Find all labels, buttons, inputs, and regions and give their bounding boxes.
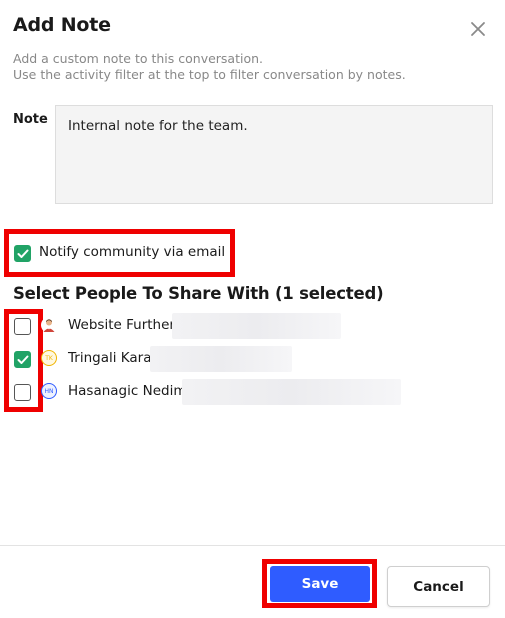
close-icon[interactable] (469, 20, 489, 40)
redacted-info (172, 313, 341, 339)
person-checkbox-website-further[interactable] (14, 318, 31, 335)
share-section-title: Select People To Share With (1 selected) (13, 284, 384, 303)
notify-checkbox[interactable] (14, 245, 31, 262)
note-textarea[interactable]: Internal note for the team. (55, 105, 493, 204)
person-checkbox-tringali-kara[interactable] (14, 351, 31, 368)
description-line-1: Add a custom note to this conversation. (13, 51, 264, 66)
user-photo-avatar-icon (41, 317, 57, 333)
cancel-button[interactable]: Cancel (387, 566, 490, 607)
note-label: Note (13, 112, 48, 127)
description-line-2: Use the activity filter at the top to fi… (13, 67, 406, 82)
save-button[interactable]: Save (270, 566, 370, 602)
person-name: Hasanagic Nedim (68, 383, 187, 399)
modal-title: Add Note (13, 14, 111, 36)
footer-divider (0, 545, 505, 546)
avatar-initials: HN (44, 387, 54, 395)
modal-description: Add a custom note to this conversation. … (13, 51, 406, 83)
initials-avatar: TK (41, 350, 57, 366)
person-name: Tringali Kara (68, 350, 152, 366)
avatar-initials: TK (45, 354, 53, 362)
notify-label: Notify community via email (39, 244, 226, 260)
person-checkbox-hasanagic-nedim[interactable] (14, 384, 31, 401)
initials-avatar: HN (41, 383, 57, 399)
person-name: Website Further (68, 317, 175, 333)
add-note-modal: Add Note Add a custom note to this conve… (0, 0, 505, 618)
redacted-info (182, 379, 401, 405)
redacted-info (150, 346, 292, 372)
